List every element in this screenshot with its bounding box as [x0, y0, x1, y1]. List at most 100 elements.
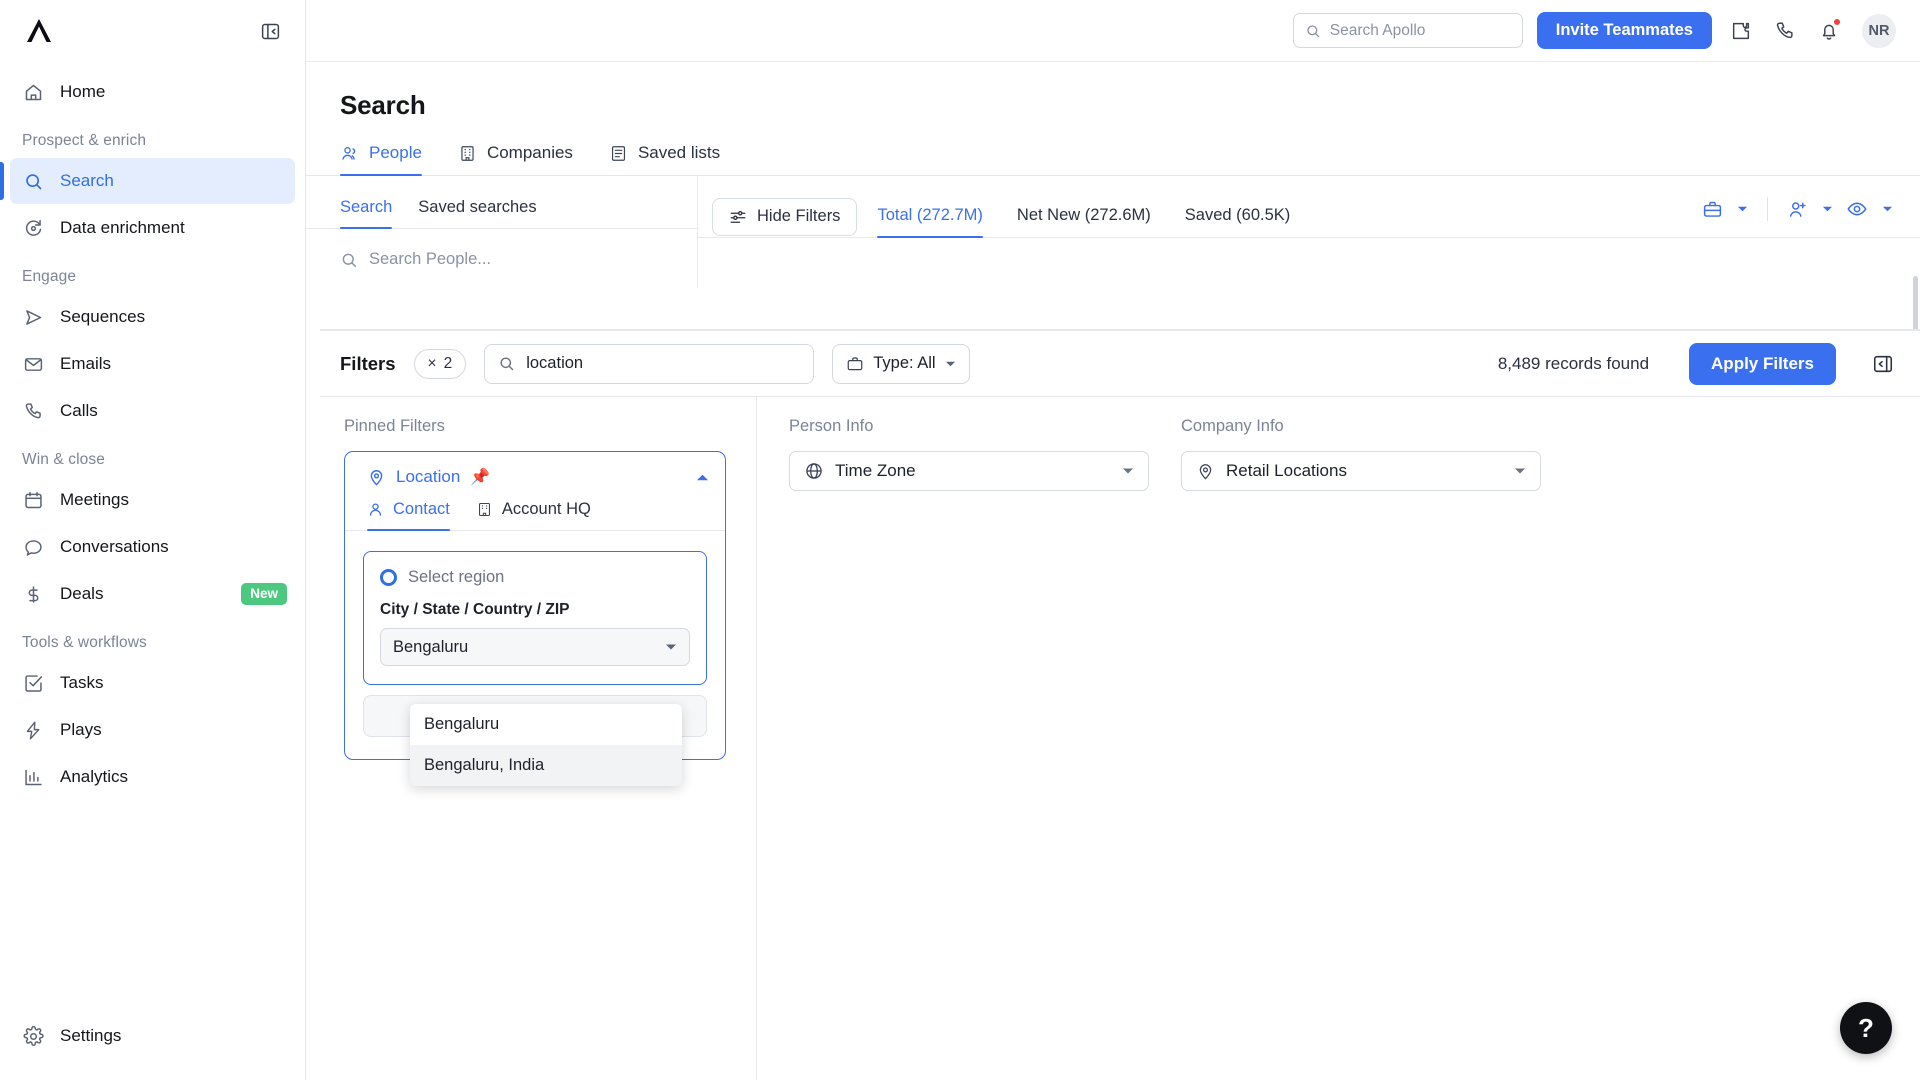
sidebar-item-deals[interactable]: Deals New — [10, 571, 295, 617]
sidebar-item-calls[interactable]: Calls — [10, 388, 295, 434]
list-item[interactable]: Bengaluru, India — [410, 745, 682, 786]
main-content: Invite Teammates NR Search People — [306, 0, 1920, 1080]
puzzle-icon[interactable] — [1726, 16, 1756, 46]
search-input[interactable] — [1329, 21, 1511, 40]
avatar[interactable]: NR — [1862, 13, 1896, 48]
topbar: Invite Teammates NR — [306, 0, 1920, 62]
city-combobox[interactable]: Bengaluru — [380, 628, 690, 666]
search-left-panel: Search Saved searches — [306, 176, 698, 288]
chevron-down-icon — [665, 643, 677, 651]
tab-net-new[interactable]: Net New (272.6M) — [1003, 206, 1165, 237]
location-card-header[interactable]: Location 📌 — [345, 452, 725, 500]
filters-count-chip[interactable]: × 2 — [413, 348, 467, 379]
tab-people[interactable]: People — [340, 143, 422, 176]
sidebar-item-tasks[interactable]: Tasks — [10, 660, 295, 706]
filters-panel: Filters × 2 Type: All — [320, 330, 1920, 1080]
chevron-up-icon[interactable] — [696, 473, 709, 482]
sidebar-item-search[interactable]: Search — [0, 158, 295, 204]
sidebar-item-home[interactable]: Home — [10, 69, 295, 115]
briefcase-icon[interactable] — [1697, 194, 1727, 224]
sidebar-item-meetings[interactable]: Meetings — [10, 477, 295, 523]
sidebar-item-label: Tasks — [60, 673, 104, 692]
sidebar-item-label: Conversations — [60, 537, 169, 556]
phone-icon[interactable] — [1770, 16, 1800, 46]
tab-saved[interactable]: Saved (60.5K) — [1171, 206, 1304, 237]
sidebar-item-plays[interactable]: Plays — [10, 707, 295, 753]
sidebar-item-label: Data enrichment — [60, 218, 185, 237]
company-info-title: Company Info — [1181, 417, 1284, 435]
retail-locations-label: Retail Locations — [1226, 461, 1347, 480]
apollo-logo[interactable] — [22, 14, 56, 48]
tab-saved-lists[interactable]: Saved lists — [609, 143, 720, 175]
gear-icon — [22, 1025, 44, 1047]
chevron-down-icon — [1122, 467, 1134, 475]
tab-label: Account HQ — [501, 500, 591, 518]
pushpin-icon[interactable]: 📌 — [470, 467, 490, 487]
select-region-radio-row[interactable]: Select region — [380, 568, 690, 587]
invite-teammates-button[interactable]: Invite Teammates — [1536, 12, 1712, 49]
tab-total[interactable]: Total (272.7M) — [863, 206, 996, 238]
bell-icon[interactable] — [1814, 16, 1844, 46]
list-item[interactable]: Bengaluru — [410, 704, 682, 745]
tab-label: Contact — [393, 500, 450, 518]
bar-chart-icon — [22, 766, 44, 788]
tab-label: Saved lists — [637, 143, 721, 162]
tab-saved-searches[interactable]: Saved searches — [418, 198, 536, 228]
sidebar-footer: Settings — [0, 1012, 305, 1060]
eye-icon[interactable] — [1842, 194, 1872, 224]
results-actions — [1697, 194, 1898, 224]
hide-filters-label: Hide Filters — [757, 207, 841, 225]
page-title: Search — [340, 90, 426, 120]
sidebar-item-label: Sequences — [60, 307, 146, 326]
people-search[interactable] — [306, 229, 697, 288]
pin-icon — [367, 468, 386, 487]
sidebar-item-label: Settings — [60, 1026, 122, 1045]
left-panel-tabs: Search Saved searches — [306, 176, 697, 229]
sidebar-item-analytics[interactable]: Analytics — [10, 754, 295, 800]
global-search[interactable] — [1292, 13, 1523, 48]
search-icon — [498, 355, 515, 372]
collapse-sidebar-button[interactable] — [257, 18, 283, 44]
briefcase-dropdown-caret[interactable] — [1731, 196, 1753, 222]
filter-search[interactable] — [484, 343, 815, 384]
location-card-title: Location — [396, 467, 461, 486]
tab-account-hq[interactable]: Account HQ — [476, 500, 591, 530]
checkbox-icon — [22, 672, 44, 694]
sidebar-item-sequences[interactable]: Sequences — [10, 294, 295, 340]
eye-dropdown-caret[interactable] — [1876, 196, 1898, 222]
tab-search[interactable]: Search — [340, 198, 393, 229]
hide-filters-button[interactable]: Hide Filters — [712, 197, 858, 236]
envelope-icon — [22, 353, 44, 375]
tab-contact[interactable]: Contact — [367, 500, 450, 531]
sidebar-section-title: Win & close — [22, 451, 105, 468]
sidebar-item-label: Analytics — [60, 767, 129, 786]
filters-title: Filters — [340, 352, 396, 374]
result-filter-tabs: Hide Filters Total (272.7M) Net New (272… — [698, 176, 1920, 238]
city-combobox-value: Bengaluru — [393, 637, 469, 656]
type-dropdown-label: Type: All — [873, 354, 936, 372]
search-people-input[interactable] — [369, 250, 619, 269]
chevron-down-icon — [945, 360, 956, 368]
apply-filters-button[interactable]: Apply Filters — [1689, 342, 1836, 385]
tab-companies[interactable]: Companies — [458, 143, 573, 175]
retail-locations-select[interactable]: Retail Locations — [1181, 451, 1541, 491]
add-person-icon[interactable] — [1782, 194, 1812, 224]
person-info-column: Person Info Time Zone — [757, 397, 1149, 1080]
sidebar-item-conversations[interactable]: Conversations — [10, 524, 295, 570]
time-zone-select[interactable]: Time Zone — [789, 451, 1149, 491]
company-info-column: Company Info Retail Locations — [1149, 397, 1541, 1080]
person-icon — [367, 501, 384, 518]
briefcase-icon — [846, 355, 864, 373]
radio-icon[interactable] — [380, 569, 397, 586]
sidebar-item-data-enrichment[interactable]: Data enrichment — [10, 205, 295, 251]
sidebar-item-emails[interactable]: Emails — [10, 341, 295, 387]
collapse-panel-icon[interactable] — [1872, 353, 1894, 375]
pinned-filters-title: Pinned Filters — [344, 417, 445, 435]
filter-search-input[interactable] — [526, 354, 801, 373]
type-dropdown[interactable]: Type: All — [832, 343, 970, 384]
add-person-dropdown-caret[interactable] — [1816, 196, 1838, 222]
select-region-label: Select region — [408, 568, 505, 586]
help-button[interactable]: ? — [1840, 1002, 1892, 1054]
sidebar-nav: Home Prospect & enrich Search Data enric… — [0, 62, 305, 800]
sidebar-item-settings[interactable]: Settings — [10, 1013, 295, 1059]
